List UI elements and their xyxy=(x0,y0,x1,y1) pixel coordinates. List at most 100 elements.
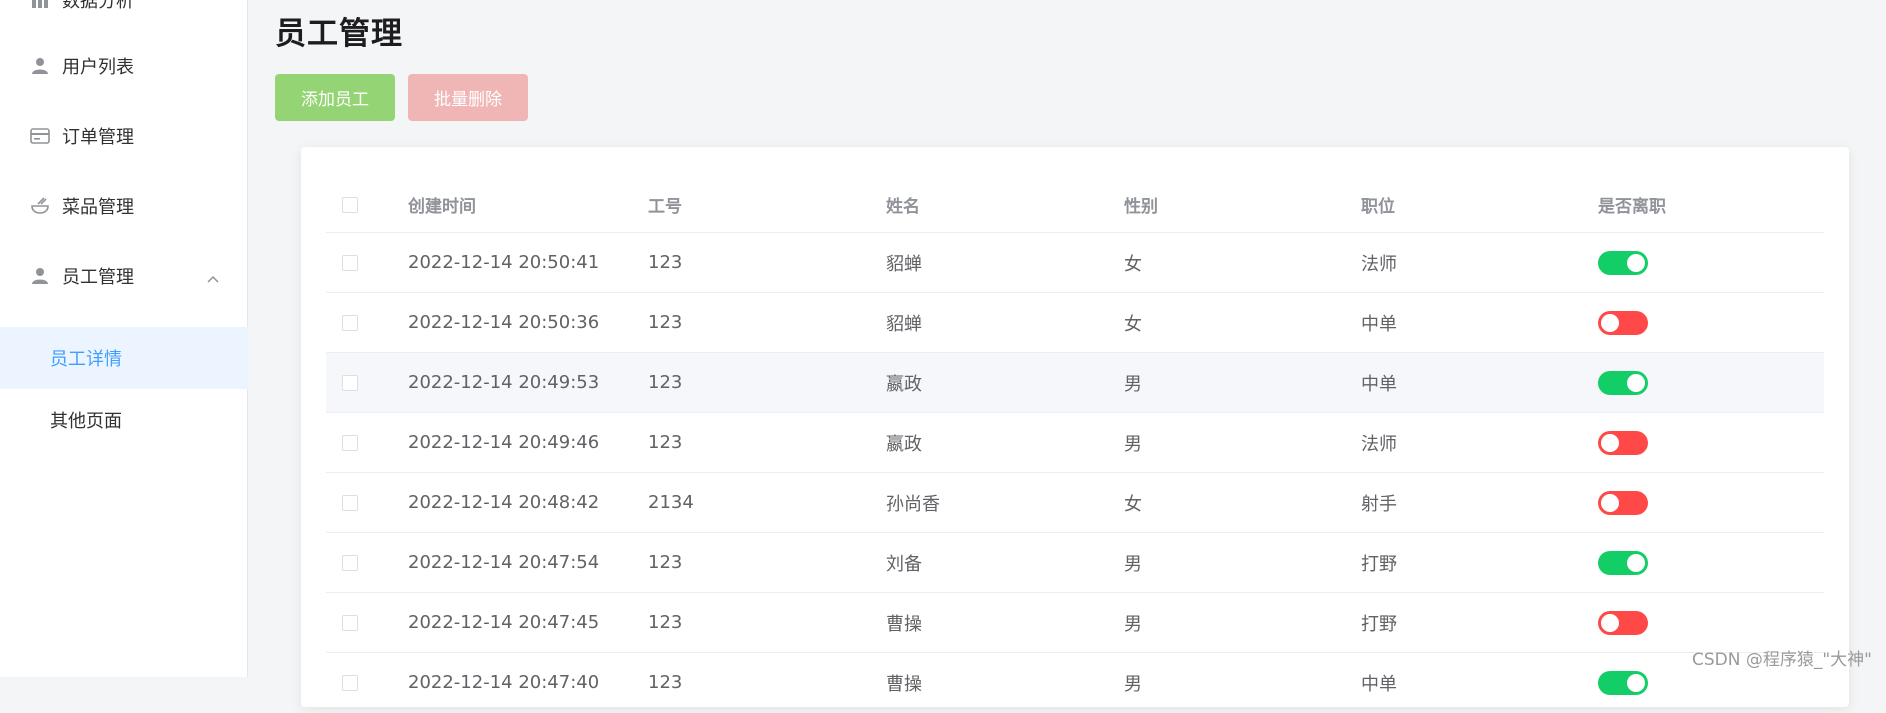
column-header[interactable]: 工号 xyxy=(648,177,682,232)
employee-position: 法师 xyxy=(1361,433,1397,455)
sidebar-item-label: 员工管理 xyxy=(62,267,134,288)
table-row[interactable]: 2022-12-14 20:49:53 123 嬴政 男 中单 xyxy=(326,353,1824,413)
switch-cell xyxy=(1598,293,1648,352)
resigned-toggle[interactable] xyxy=(1598,610,1648,635)
created-time: 2022-12-14 20:49:53 xyxy=(408,372,600,393)
employee-position: 中单 xyxy=(1361,373,1397,395)
employee-name: 嬴政 xyxy=(886,433,922,455)
employee-position: 中单 xyxy=(1361,673,1397,695)
resigned-toggle[interactable] xyxy=(1598,430,1648,455)
column-header[interactable]: 姓名 xyxy=(886,177,920,232)
row-checkbox[interactable] xyxy=(342,374,358,391)
table-row[interactable]: 2022-12-14 20:50:41 123 貂蝉 女 法师 xyxy=(326,233,1824,293)
row-checkbox[interactable] xyxy=(342,434,358,451)
employee-sex: 女 xyxy=(1124,493,1142,515)
sidebar: 数据分析 用户列表 订单管理 菜品管理 员工管理 员工详情 其他页面 xyxy=(0,0,248,677)
row-checkbox-cell xyxy=(342,293,372,352)
row-checkbox[interactable] xyxy=(342,314,358,331)
created-time: 2022-12-14 20:47:40 xyxy=(408,672,600,693)
switch-cell xyxy=(1598,413,1648,472)
employee-id: 123 xyxy=(648,672,683,693)
employee-name: 曹操 xyxy=(886,613,922,635)
employee-sex: 男 xyxy=(1124,373,1142,395)
resigned-toggle[interactable] xyxy=(1598,490,1648,515)
employee-sex: 男 xyxy=(1124,673,1142,695)
row-checkbox[interactable] xyxy=(342,554,358,571)
row-checkbox-cell xyxy=(342,353,372,412)
switch-cell xyxy=(1598,653,1648,712)
row-checkbox[interactable] xyxy=(342,614,358,631)
employee-id: 123 xyxy=(648,312,683,333)
sidebar-item-label: 菜品管理 xyxy=(62,197,134,218)
employee-table: 创建时间 工号 姓名 性别 职位 是否离职 2022-12-14 20:50:4… xyxy=(326,177,1824,713)
switch-cell xyxy=(1598,473,1648,532)
column-header[interactable]: 创建时间 xyxy=(408,177,476,232)
add-employee-button[interactable]: 添加员工 xyxy=(275,74,395,121)
table-row[interactable]: 2022-12-14 20:50:36 123 貂蝉 女 中单 xyxy=(326,293,1824,353)
resigned-toggle[interactable] xyxy=(1598,670,1648,695)
employee-name: 嬴政 xyxy=(886,373,922,395)
table-row[interactable]: 2022-12-14 20:47:40 123 曹操 男 中单 xyxy=(326,653,1824,713)
watermark: CSDN @程序猿_"大神" xyxy=(1691,650,1872,670)
toggle-knob xyxy=(1601,493,1619,512)
user-icon xyxy=(30,266,50,286)
resigned-toggle[interactable] xyxy=(1598,310,1648,335)
resigned-toggle[interactable] xyxy=(1598,550,1648,575)
employee-sex: 女 xyxy=(1124,313,1142,335)
employee-id: 123 xyxy=(648,552,683,573)
chevron-up-icon[interactable] xyxy=(206,268,220,289)
table-row[interactable]: 2022-12-14 20:47:45 123 曹操 男 打野 xyxy=(326,593,1824,653)
row-checkbox[interactable] xyxy=(342,254,358,271)
toggle-knob xyxy=(1601,433,1619,452)
switch-cell xyxy=(1598,533,1648,592)
batch-delete-button[interactable]: 批量删除 xyxy=(408,74,528,121)
column-header[interactable]: 职位 xyxy=(1361,177,1395,232)
row-checkbox-cell xyxy=(342,413,372,472)
created-time: 2022-12-14 20:49:46 xyxy=(408,432,600,453)
user-icon xyxy=(30,56,50,76)
sidebar-item-label: 用户列表 xyxy=(62,57,134,78)
page-title: 员工管理 xyxy=(275,16,403,52)
employee-name: 曹操 xyxy=(886,673,922,695)
employee-name: 貂蝉 xyxy=(886,313,922,335)
sidebar-item-dishes[interactable]: 菜品管理 xyxy=(0,171,248,241)
sidebar-item-user-list[interactable]: 用户列表 xyxy=(0,31,248,101)
sidebar-subitem-other-page[interactable]: 其他页面 xyxy=(0,389,248,451)
created-time: 2022-12-14 20:50:41 xyxy=(408,252,600,273)
column-header[interactable]: 性别 xyxy=(1124,177,1158,232)
table-card: 创建时间 工号 姓名 性别 职位 是否离职 2022-12-14 20:50:4… xyxy=(301,147,1849,713)
employee-id: 123 xyxy=(648,252,683,273)
employee-name: 孙尚香 xyxy=(886,493,940,515)
row-checkbox-cell xyxy=(342,653,372,712)
switch-cell xyxy=(1598,353,1648,412)
sidebar-item-employees[interactable]: 员工管理 xyxy=(0,241,248,311)
employee-position: 法师 xyxy=(1361,253,1397,275)
employee-id: 123 xyxy=(648,372,683,393)
select-all-checkbox[interactable] xyxy=(342,196,358,213)
employee-sex: 男 xyxy=(1124,613,1142,635)
resigned-toggle[interactable] xyxy=(1598,250,1648,275)
toggle-knob xyxy=(1601,613,1619,632)
employee-name: 刘备 xyxy=(886,553,922,575)
sidebar-item-orders[interactable]: 订单管理 xyxy=(0,101,248,171)
row-checkbox-cell xyxy=(342,233,372,292)
chart-icon xyxy=(30,0,50,10)
row-checkbox[interactable] xyxy=(342,494,358,511)
sidebar-item-label: 订单管理 xyxy=(62,127,134,148)
employee-sex: 男 xyxy=(1124,433,1142,455)
sidebar-subitem-employee-details[interactable]: 员工详情 xyxy=(0,327,248,389)
toggle-knob xyxy=(1601,313,1619,332)
resigned-toggle[interactable] xyxy=(1598,370,1648,395)
table-header-row: 创建时间 工号 姓名 性别 职位 是否离职 xyxy=(326,177,1824,233)
table-row[interactable]: 2022-12-14 20:49:46 123 嬴政 男 法师 xyxy=(326,413,1824,473)
toggle-knob xyxy=(1627,553,1645,572)
employee-position: 中单 xyxy=(1361,313,1397,335)
employee-name: 貂蝉 xyxy=(886,253,922,275)
employee-position: 打野 xyxy=(1361,553,1397,575)
card-icon xyxy=(30,126,50,146)
column-header[interactable]: 是否离职 xyxy=(1598,177,1666,232)
table-row[interactable]: 2022-12-14 20:47:54 123 刘备 男 打野 xyxy=(326,533,1824,593)
sidebar-item-data-analysis[interactable]: 数据分析 xyxy=(0,0,248,35)
dish-icon xyxy=(30,196,50,216)
table-row[interactable]: 2022-12-14 20:48:42 2134 孙尚香 女 射手 xyxy=(326,473,1824,533)
